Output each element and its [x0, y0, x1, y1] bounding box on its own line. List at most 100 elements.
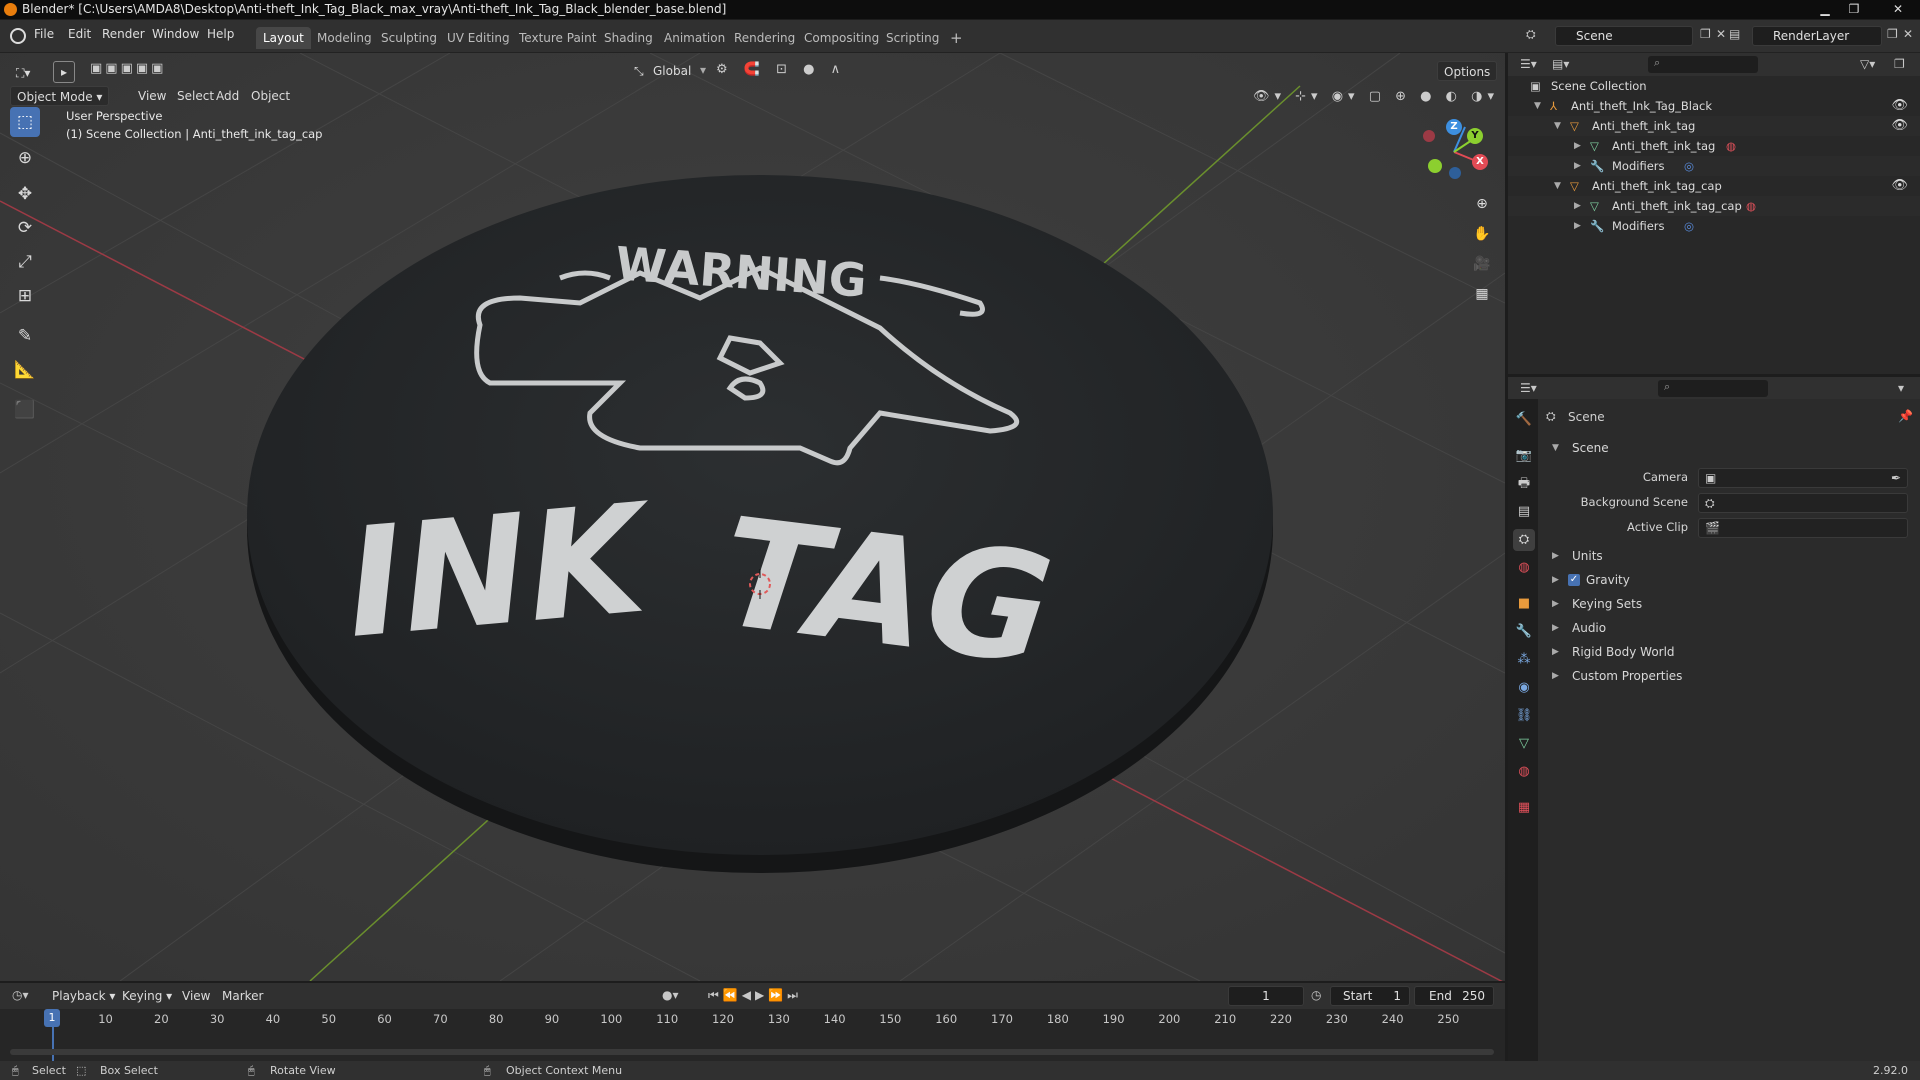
timeline[interactable]: 1102030405060708090100110120130140150160… — [0, 1009, 1505, 1061]
new-layer-icon[interactable]: ❐ — [1887, 27, 1898, 41]
perspective-toggle-icon[interactable]: ▦ — [1470, 282, 1494, 306]
expand-icon[interactable]: ▶ — [1552, 569, 1559, 591]
tab-texture-paint[interactable]: Texture Paint — [512, 27, 603, 49]
render-tab-icon[interactable]: 📷 — [1513, 445, 1535, 467]
menu-window[interactable]: Window — [152, 27, 199, 41]
visibility-eye-icon[interactable]: 👁 — [1891, 176, 1908, 196]
selection-mode-icons[interactable]: ▣▣▣▣▣ — [90, 61, 166, 76]
menu-render[interactable]: Render — [102, 27, 145, 41]
tab-animation[interactable]: Animation — [657, 27, 732, 49]
playhead-frame-indicator[interactable]: 1 — [44, 1009, 60, 1027]
constraints-tab-icon[interactable]: ⛓ — [1513, 705, 1535, 727]
camera-field[interactable]: ▣ ✒ — [1698, 468, 1908, 488]
preview-range-icon[interactable]: ◷ — [1311, 988, 1321, 1002]
new-scene-icon[interactable]: ❐ — [1700, 27, 1711, 41]
annotate-tool-icon[interactable]: ✎ — [10, 321, 40, 351]
world-tab-icon[interactable]: ◍ — [1513, 557, 1535, 579]
move-tool-icon[interactable]: ✥ — [10, 179, 40, 209]
rotate-tool-icon[interactable]: ⟳ — [10, 213, 40, 243]
scene-selector[interactable]: Scene — [1555, 26, 1693, 46]
rigid-body-world-panel[interactable]: ▶ Rigid Body World — [1538, 641, 1920, 663]
blender-menu-icon[interactable] — [10, 28, 26, 44]
scene-tab-icon[interactable]: ⛭ — [1513, 529, 1535, 551]
measure-tool-icon[interactable]: 📐 — [10, 355, 40, 385]
outliner-item[interactable]: ▼ ⅄ Anti_theft_Ink_Tag_Black 👁 — [1508, 96, 1920, 116]
minimize-button[interactable]: ▁ — [1812, 0, 1838, 19]
outliner-item[interactable]: ▶ 🔧 Modifiers ◎ — [1508, 216, 1920, 236]
menu-edit[interactable]: Edit — [68, 27, 91, 41]
expand-icon[interactable]: ▶ — [1574, 216, 1581, 236]
display-mode-icon[interactable]: ▤▾ — [1552, 57, 1569, 71]
expand-icon[interactable]: ▶ — [1552, 545, 1559, 567]
3d-viewport[interactable]: WARNING INK TAG ⛶▾ ▸ ▣▣▣▣▣ ⤡ Global ▾ ⚙ … — [0, 53, 1505, 981]
transform-tool-icon[interactable]: ⊞ — [10, 281, 40, 311]
record-icon[interactable]: ●▾ — [662, 988, 679, 1002]
outliner-item[interactable]: ▼ ▽ Anti_theft_ink_tag_cap 👁 — [1508, 176, 1920, 196]
start-frame-field[interactable]: Start 1 — [1330, 986, 1410, 1006]
properties-editor-type-icon[interactable]: ☰▾ — [1520, 381, 1537, 395]
outliner-item[interactable]: ▶ ▽ Anti_theft_ink_tag_cap ◍ — [1508, 196, 1920, 216]
viewport-shading-icons[interactable]: 👁▾ ⊹▾ ◉▾ ▢ ⊕ ● ◐ ◑▾ — [1253, 89, 1499, 104]
collapse-icon[interactable]: ▼ — [1552, 437, 1559, 459]
expand-icon[interactable]: ▶ — [1552, 641, 1559, 663]
add-cube-tool-icon[interactable]: ⬛ — [10, 395, 40, 425]
tab-uv-editing[interactable]: UV Editing — [440, 27, 517, 49]
pivot-snap-icons[interactable]: ⚙ 🧲 ⊡ ● ∧ — [716, 62, 846, 77]
expand-icon[interactable]: ▶ — [1552, 593, 1559, 615]
expand-icon[interactable]: ▶ — [1552, 665, 1559, 687]
zoom-icon[interactable]: ⊕ — [1470, 192, 1494, 216]
visibility-eye-icon[interactable]: 👁 — [1891, 96, 1908, 116]
scene-icon[interactable]: ⛭ — [1526, 27, 1536, 42]
pan-hand-icon[interactable]: ✋ — [1470, 222, 1494, 246]
menu-view[interactable]: View — [132, 86, 172, 106]
gizmo-x-axis[interactable]: X — [1472, 154, 1488, 170]
gravity-checkbox[interactable]: ✓ — [1568, 574, 1580, 586]
menu-marker[interactable]: Marker — [216, 986, 269, 1006]
current-frame-field[interactable]: 1 — [1228, 986, 1304, 1006]
view-layer-icon[interactable]: ▤ — [1729, 27, 1740, 41]
physics-tab-icon[interactable]: ◉ — [1513, 677, 1535, 699]
tool-tab-icon[interactable]: 🔨 — [1513, 409, 1535, 431]
editor-type-icon[interactable]: ⛶▾ — [10, 63, 36, 83]
options-dropdown[interactable]: Options — [1437, 61, 1498, 81]
tab-sculpting[interactable]: Sculpting — [374, 27, 444, 49]
maximize-button[interactable]: ❐ — [1841, 0, 1867, 19]
menu-help[interactable]: Help — [207, 27, 234, 41]
expand-icon[interactable]: ▶ — [1574, 136, 1581, 156]
delete-layer-icon[interactable]: ✕ — [1903, 27, 1913, 41]
units-panel[interactable]: ▶ Units — [1538, 545, 1920, 567]
timeline-scrollbar[interactable] — [10, 1049, 1494, 1055]
audio-panel[interactable]: ▶ Audio — [1538, 617, 1920, 639]
new-collection-icon[interactable]: ❐ — [1894, 57, 1905, 71]
material-tab-icon[interactable]: ◍ — [1513, 761, 1535, 783]
outliner-item[interactable]: ▶ 🔧 Modifiers ◎ — [1508, 156, 1920, 176]
transform-orientation-dropdown[interactable]: Global — [647, 61, 697, 81]
outliner-item[interactable]: ▼ ▽ Anti_theft_ink_tag 👁 — [1508, 116, 1920, 136]
visibility-eye-icon[interactable]: 👁 — [1891, 116, 1908, 136]
camera-view-icon[interactable]: 🎥 — [1470, 252, 1494, 276]
object-tab-icon[interactable]: ■ — [1513, 593, 1535, 615]
keying-sets-panel[interactable]: ▶ Keying Sets — [1538, 593, 1920, 615]
data-tab-icon[interactable]: ▽ — [1513, 733, 1535, 755]
timeline-editor-type-icon[interactable]: ◷▾ — [12, 988, 29, 1002]
expand-icon[interactable]: ▼ — [1554, 116, 1561, 136]
properties-options-chevron-icon[interactable]: ▾ — [1898, 381, 1904, 395]
expand-icon[interactable]: ▼ — [1554, 176, 1561, 196]
scale-tool-icon[interactable]: ⤢ — [10, 247, 40, 277]
menu-file[interactable]: File — [34, 27, 54, 41]
add-workspace-button[interactable]: + — [943, 27, 970, 49]
delete-scene-icon[interactable]: ✕ — [1716, 27, 1726, 41]
expand-icon[interactable]: ▼ — [1534, 96, 1541, 116]
expand-icon[interactable]: ▶ — [1574, 196, 1581, 216]
view-layer-tab-icon[interactable]: ▤ — [1513, 501, 1535, 523]
gravity-panel[interactable]: ▶ ✓ Gravity — [1538, 569, 1920, 591]
tab-layout[interactable]: Layout — [256, 27, 311, 49]
pin-icon[interactable]: 📌 — [1898, 409, 1913, 423]
tab-rendering[interactable]: Rendering — [727, 27, 802, 49]
gizmo-z-axis[interactable]: Z — [1446, 119, 1462, 135]
modifier-tab-icon[interactable]: 🔧 — [1513, 621, 1535, 643]
output-tab-icon[interactable]: 🖶 — [1513, 473, 1535, 495]
outliner-search-input[interactable]: ⌕ — [1648, 56, 1758, 73]
outliner-editor-type-icon[interactable]: ☰▾ — [1520, 57, 1537, 71]
close-button[interactable]: ✕ — [1879, 0, 1917, 19]
